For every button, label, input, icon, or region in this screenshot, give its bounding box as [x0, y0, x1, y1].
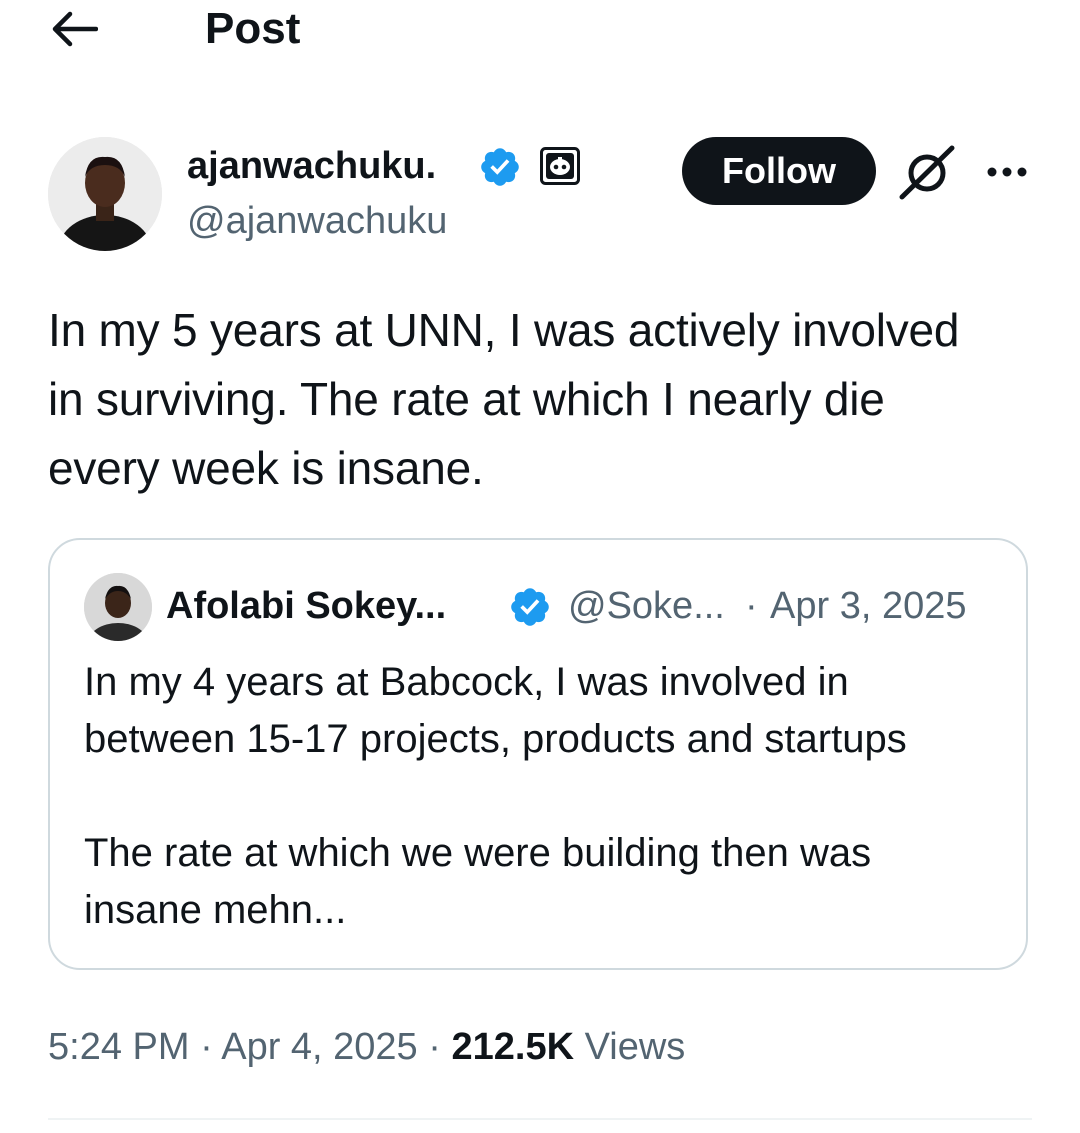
more-options-icon[interactable] [985, 160, 1029, 184]
author-name[interactable]: ajanwachuku. [187, 143, 436, 189]
back-button[interactable] [44, 6, 104, 52]
post-text: In my 5 years at UNN, I was actively inv… [48, 304, 960, 494]
quote-author-avatar [84, 573, 152, 641]
avatar-photo [48, 137, 162, 251]
views-count: 212.5K [451, 1026, 575, 1068]
views-label: Views [584, 1026, 686, 1068]
author-handle[interactable]: @ajanwachuku [187, 198, 447, 244]
quote-separator: · [745, 585, 758, 627]
quote-author-name: Afolabi Sokey... [166, 585, 447, 627]
quote-author-handle: @Soke... [568, 585, 725, 627]
follow-button[interactable]: Follow [682, 137, 876, 205]
divider [48, 1118, 1032, 1120]
automated-account-icon [540, 147, 580, 185]
meta-separator: · [189, 1026, 222, 1068]
quote-date: Apr 3, 2025 [770, 585, 967, 627]
quote-text: In my 4 years at Babcock, I was involved… [84, 660, 907, 932]
quote-avatar-photo [84, 573, 152, 641]
grok-glyph [899, 145, 955, 200]
post-date[interactable]: Apr 4, 2025 [221, 1026, 417, 1068]
ellipsis-glyph [987, 167, 1027, 177]
page-title: Post [205, 4, 301, 53]
quote-verified-badge-icon [511, 588, 549, 626]
arrow-left-icon [52, 11, 98, 47]
post-time[interactable]: 5:24 PM [48, 1026, 190, 1068]
post-meta: 5:24 PM · Apr 4, 2025 · 212.5K Views [48, 1022, 685, 1072]
meta-separator: · [417, 1026, 452, 1068]
grok-icon[interactable] [896, 142, 958, 204]
author-avatar[interactable] [48, 137, 162, 251]
verified-badge-icon [481, 148, 519, 186]
